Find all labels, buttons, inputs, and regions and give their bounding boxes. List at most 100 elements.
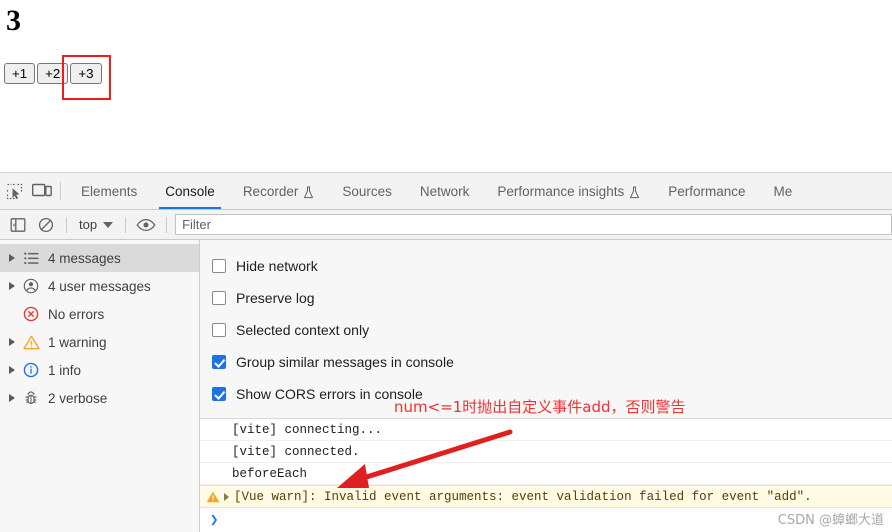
clear-console-icon[interactable] [32,211,60,239]
tab-console[interactable]: Console [151,173,229,209]
tab-console-label: Console [165,183,215,199]
console-filter-bar: top [0,210,892,240]
bug-icon [20,389,42,407]
tab-network[interactable]: Network [406,173,484,209]
hide-network-checkbox[interactable] [212,259,226,273]
sidebar-item-messages[interactable]: 4 messages [0,244,199,272]
error-circle-x-glyph [23,306,39,322]
tab-elements-label: Elements [81,183,138,199]
console-filter-input[interactable] [175,214,892,235]
preserve-log-checkbox[interactable] [212,291,226,305]
sidebar-item-user-messages[interactable]: 4 user messages [0,272,199,300]
expand-twisty-icon[interactable] [4,250,20,266]
chevron-down-icon [103,221,114,228]
list-glyph [23,252,38,264]
console-prompt-row[interactable]: ❯ [200,508,892,532]
sidebar-item-verbose-label: 2 verbose [48,390,108,406]
tab-network-label: Network [419,183,470,199]
sidebar-item-info-label: 1 info [48,362,82,378]
setting-selected-context-only-label: Selected context only [236,322,370,338]
setting-group-similar-label: Group similar messages in console [236,354,454,370]
tab-elements[interactable]: Elements [67,173,151,209]
tab-performance-label: Performance [668,183,746,199]
setting-preserve-log-label: Preserve log [236,290,315,306]
sidebar-item-errors[interactable]: No errors [0,300,199,328]
execution-context-dropdown[interactable]: top [73,215,119,234]
user-glyph [23,278,39,294]
expand-twisty-icon[interactable] [4,390,20,406]
device-toggle-glyph [32,183,52,197]
inspect-cursor-glyph [6,183,22,199]
show-cors-errors-checkbox[interactable] [212,387,226,401]
flask-glyph [304,186,314,198]
console-settings-panel: Hide network Preserve log Selected conte… [200,240,892,419]
console-warning-text: [Vue warn]: Invalid event arguments: eve… [234,489,812,504]
sidebar-panel-glyph [10,217,26,232]
console-log-row[interactable]: [vite] connecting... [200,419,892,441]
bug-glyph [25,391,37,405]
filterbar-divider [66,216,67,233]
setting-preserve-log[interactable]: Preserve log [212,282,892,314]
execution-context-label: top [79,217,98,232]
tab-recorder[interactable]: Recorder [229,173,329,209]
live-expression-eye-icon[interactable] [132,211,160,239]
twisty-placeholder [4,306,20,322]
console-main-area: Hide network Preserve log Selected conte… [200,240,892,532]
tab-recorder-label: Recorder [242,183,299,199]
list-icon [20,249,42,267]
device-toolbar-icon[interactable] [28,177,56,205]
console-log-row[interactable]: [vite] connected. [200,441,892,463]
tab-performance-insights[interactable]: Performance insights [483,173,654,209]
tabstrip-divider [60,182,61,200]
sidebar-item-warnings[interactable]: 1 warning [0,328,199,356]
eye-glyph [136,218,156,231]
filterbar-divider [166,216,168,233]
console-sidebar: 4 messages 4 user messages No errors 1 w… [0,240,200,532]
console-log-row[interactable]: beforeEach [200,463,892,485]
setting-hide-network[interactable]: Hide network [212,250,892,282]
expand-twisty-icon[interactable] [4,334,20,350]
toggle-console-sidebar-icon[interactable] [4,211,32,239]
expand-twisty-icon[interactable] [4,362,20,378]
console-log-text: [vite] connected. [232,444,360,459]
warning-icon [20,333,42,351]
sidebar-item-errors-label: No errors [48,306,105,322]
flask-icon [629,186,640,199]
web-page-area: 3 +1 +2 +3 [0,0,892,172]
expand-twisty-icon[interactable] [4,278,20,294]
setting-hide-network-label: Hide network [236,258,318,274]
tab-memory-label: Me [773,183,793,199]
increment-by-3-button[interactable]: +3 [70,63,102,85]
sidebar-item-user-messages-label: 4 user messages [48,278,151,294]
sidebar-item-warnings-label: 1 warning [48,334,107,350]
selected-context-only-checkbox[interactable] [212,323,226,337]
console-log-text: [vite] connecting... [232,422,383,437]
expand-twisty-icon[interactable] [224,492,229,501]
devtools-tabstrip: Elements Console Recorder Sources Networ… [0,173,892,210]
console-log-text: beforeEach [232,466,308,481]
tab-performance[interactable]: Performance [654,173,759,209]
flask-icon [303,186,314,199]
flask-glyph [630,186,640,198]
setting-show-cors-errors-label: Show CORS errors in console [236,386,423,402]
sidebar-item-verbose[interactable]: 2 verbose [0,384,199,412]
warning-triangle-glyph [206,491,220,502]
group-similar-checkbox[interactable] [212,355,226,369]
sidebar-item-messages-label: 4 messages [48,250,121,266]
inspect-element-icon[interactable] [0,177,28,205]
tab-sources[interactable]: Sources [328,173,406,209]
increment-by-2-button[interactable]: +2 [37,63,69,85]
setting-group-similar[interactable]: Group similar messages in console [212,346,892,378]
console-warning-row[interactable]: [Vue warn]: Invalid event arguments: eve… [200,485,892,508]
info-icon [20,361,42,379]
tab-memory[interactable]: Me [760,173,807,209]
increment-by-1-button[interactable]: +1 [4,63,36,85]
sidebar-item-info[interactable]: 1 info [0,356,199,384]
setting-selected-context-only[interactable]: Selected context only [212,314,892,346]
prompt-chevron-icon: ❯ [210,512,219,529]
counter-button-row: +1 +2 +3 [4,63,102,85]
devtools-panel: Elements Console Recorder Sources Networ… [0,172,892,532]
tab-performance-insights-label: Performance insights [497,183,625,199]
info-circle-glyph [23,362,39,378]
setting-show-cors-errors[interactable]: Show CORS errors in console [212,378,892,410]
